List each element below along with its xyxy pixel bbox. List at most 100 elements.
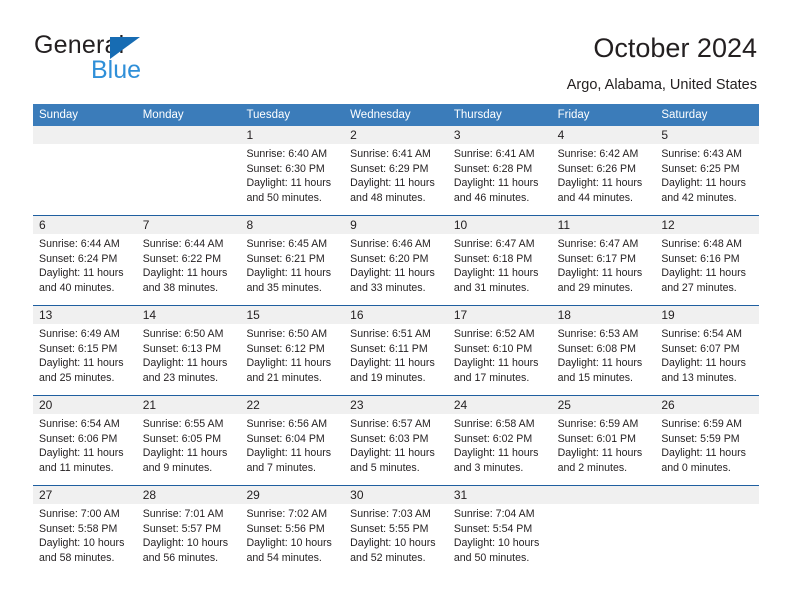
daylight-text-line2: and 19 minutes. — [350, 371, 426, 384]
daylight-text-line2: and 42 minutes. — [661, 191, 737, 204]
sunrise-text: Sunrise: 6:50 AM — [142, 328, 224, 340]
calendar-day-cell[interactable]: 22 Sunrise: 6:56 AM Sunset: 6:04 PM Dayligh… — [240, 396, 345, 485]
day-number: 13 — [39, 308, 53, 322]
day-number-band: 18 — [551, 306, 656, 324]
calendar-day-cell[interactable]: 23 Sunrise: 6:57 AM Sunset: 6:03 PM Dayligh… — [344, 396, 448, 485]
calendar-day-cell[interactable]: 6 Sunrise: 6:44 AM Sunset: 6:24 PM Daylight… — [33, 216, 137, 305]
day-details: Sunrise: 7:02 AM Sunset: 5:56 PM Daylight:… — [240, 504, 344, 565]
calendar-day-cell[interactable]: 24 Sunrise: 6:58 AM Sunset: 6:02 PM Dayligh… — [447, 396, 552, 485]
daylight-text-line1: Daylight: 11 hours — [557, 447, 643, 460]
calendar-day-cell[interactable]: 2 Sunrise: 6:41 AM Sunset: 6:29 PM Daylight… — [344, 126, 448, 215]
daylight-text-line2: and 31 minutes. — [453, 281, 530, 294]
calendar-weeks: 1 Sunrise: 6:40 AM Sunset: 6:30 PM Daylight… — [33, 126, 760, 575]
calendar-day-cell[interactable]: 10 Sunrise: 6:47 AM Sunset: 6:18 PM Dayligh… — [447, 216, 552, 305]
day-number-band: 29 — [240, 486, 345, 504]
day-details: Sunrise: 6:52 AM Sunset: 6:10 PM Daylight:… — [448, 324, 552, 385]
day-number: 24 — [453, 398, 468, 412]
daylight-text-line1: Daylight: 11 hours — [142, 267, 228, 280]
day-number: 27 — [39, 488, 53, 502]
day-details: Sunrise: 6:55 AM Sunset: 6:05 PM Daylight:… — [137, 414, 241, 475]
calendar-day-cell[interactable]: 20 Sunrise: 6:54 AM Sunset: 6:06 PM Dayligh… — [33, 396, 137, 485]
day-details: Sunrise: 6:40 AM Sunset: 6:30 PM Daylight:… — [240, 144, 344, 205]
daylight-text-line2: and 11 minutes. — [39, 461, 114, 474]
daylight-text-line2: and 21 minutes. — [246, 371, 322, 384]
day-number: 15 — [246, 308, 260, 322]
calendar-day-cell[interactable]: 9 Sunrise: 6:46 AM Sunset: 6:20 PM Daylight… — [344, 216, 448, 305]
daylight-text-line2: and 58 minutes. — [39, 551, 115, 564]
calendar-empty-cell — [136, 126, 241, 215]
sunrise-text: Sunrise: 6:48 AM — [661, 238, 742, 250]
calendar-day-cell[interactable]: 16 Sunrise: 6:51 AM Sunset: 6:11 PM Dayligh… — [344, 306, 448, 395]
day-number-band: 27 — [33, 486, 137, 504]
logo-text-blue: Blue — [91, 56, 142, 84]
day-number-band: 16 — [344, 306, 448, 324]
day-details: Sunrise: 6:50 AM Sunset: 6:12 PM Daylight:… — [240, 324, 344, 385]
calendar-day-cell[interactable]: 26 Sunrise: 6:59 AM Sunset: 5:59 PM Dayligh… — [655, 396, 760, 485]
calendar-day-cell[interactable]: 7 Sunrise: 6:44 AM Sunset: 6:22 PM Daylight… — [136, 216, 241, 305]
daylight-text-line1: Daylight: 11 hours — [246, 267, 332, 280]
calendar-day-cell[interactable]: 25 Sunrise: 6:59 AM Sunset: 6:01 PM Dayligh… — [551, 396, 656, 485]
day-number: 17 — [453, 308, 468, 322]
calendar-day-cell[interactable]: 30 Sunrise: 7:03 AM Sunset: 5:55 PM Dayligh… — [344, 486, 448, 575]
calendar-day-cell[interactable]: 3 Sunrise: 6:41 AM Sunset: 6:28 PM Daylight… — [447, 126, 552, 215]
day-details: Sunrise: 6:41 AM Sunset: 6:29 PM Daylight:… — [344, 144, 448, 205]
sunrise-text: Sunrise: 7:03 AM — [350, 508, 431, 520]
day-number: 23 — [350, 398, 364, 412]
calendar-day-cell[interactable]: 27 Sunrise: 7:00 AM Sunset: 5:58 PM Dayligh… — [33, 486, 137, 575]
calendar-day-cell[interactable]: 21 Sunrise: 6:55 AM Sunset: 6:05 PM Dayligh… — [136, 396, 241, 485]
sunset-text: Sunset: 6:21 PM — [246, 252, 325, 265]
daylight-text-line1: Daylight: 11 hours — [142, 357, 228, 370]
day-details: Sunrise: 7:00 AM Sunset: 5:58 PM Daylight:… — [33, 504, 137, 565]
calendar-day-cell[interactable]: 19 Sunrise: 6:54 AM Sunset: 6:07 PM Dayligh… — [655, 306, 760, 395]
daylight-text-line1: Daylight: 11 hours — [453, 267, 539, 280]
daylight-text-line2: and 3 minutes. — [453, 461, 524, 474]
calendar-week-row: 20 Sunrise: 6:54 AM Sunset: 6:06 PM Dayligh… — [33, 395, 760, 485]
sunrise-text: Sunrise: 7:04 AM — [453, 508, 535, 520]
sunset-text: Sunset: 6:17 PM — [557, 252, 636, 265]
weekday-header-sunday: Sunday — [39, 109, 79, 121]
day-details: Sunrise: 6:44 AM Sunset: 6:22 PM Daylight:… — [137, 234, 241, 295]
daylight-text-line2: and 23 minutes. — [142, 371, 219, 384]
page-title: October 2024 — [593, 33, 757, 63]
sunrise-text: Sunrise: 6:41 AM — [453, 148, 535, 160]
day-details: Sunrise: 6:42 AM Sunset: 6:26 PM Daylight:… — [552, 144, 656, 205]
day-number-band: 30 — [344, 486, 448, 504]
day-number-band: 25 — [551, 396, 656, 414]
day-number: 12 — [661, 218, 675, 232]
sunset-text: Sunset: 6:05 PM — [142, 432, 222, 445]
daylight-text-line1: Daylight: 11 hours — [453, 357, 539, 370]
day-details: Sunrise: 6:53 AM Sunset: 6:08 PM Daylight:… — [552, 324, 656, 385]
calendar-day-cell[interactable]: 31 Sunrise: 7:04 AM Sunset: 5:54 PM Dayligh… — [447, 486, 552, 575]
calendar-day-cell[interactable]: 17 Sunrise: 6:52 AM Sunset: 6:10 PM Dayligh… — [447, 306, 552, 395]
day-number-band: 20 — [33, 396, 137, 414]
calendar-day-cell[interactable]: 18 Sunrise: 6:53 AM Sunset: 6:08 PM Dayligh… — [551, 306, 656, 395]
sunrise-text: Sunrise: 6:55 AM — [142, 418, 224, 430]
daylight-text-line1: Daylight: 11 hours — [453, 177, 539, 190]
day-number: 6 — [39, 218, 46, 232]
day-number-band: 14 — [136, 306, 241, 324]
calendar-empty-cell — [33, 126, 137, 215]
sunset-text: Sunset: 5:59 PM — [661, 432, 740, 445]
calendar-day-cell[interactable]: 12 Sunrise: 6:48 AM Sunset: 6:16 PM Dayligh… — [655, 216, 760, 305]
calendar-day-cell[interactable]: 4 Sunrise: 6:42 AM Sunset: 6:26 PM Daylight… — [551, 126, 656, 215]
calendar-day-cell[interactable]: 28 Sunrise: 7:01 AM Sunset: 5:57 PM Dayligh… — [136, 486, 241, 575]
calendar-day-cell[interactable]: 14 Sunrise: 6:50 AM Sunset: 6:13 PM Dayligh… — [136, 306, 241, 395]
weekday-header-wednesday: Wednesday — [350, 109, 411, 121]
daylight-text-line2: and 15 minutes. — [557, 371, 633, 384]
day-number: 22 — [246, 398, 260, 412]
calendar-day-cell[interactable]: 11 Sunrise: 6:47 AM Sunset: 6:17 PM Dayligh… — [551, 216, 656, 305]
calendar-day-cell[interactable]: 13 Sunrise: 6:49 AM Sunset: 6:15 PM Dayligh… — [33, 306, 137, 395]
calendar-day-cell[interactable]: 1 Sunrise: 6:40 AM Sunset: 6:30 PM Daylight… — [240, 126, 345, 215]
sunrise-text: Sunrise: 6:53 AM — [557, 328, 639, 340]
sunrise-text: Sunrise: 7:00 AM — [39, 508, 120, 520]
calendar-day-cell[interactable]: 15 Sunrise: 6:50 AM Sunset: 6:12 PM Dayligh… — [240, 306, 345, 395]
daylight-text-line2: and 27 minutes. — [661, 281, 737, 294]
page-header: General Blue October 2024 Argo, Alabama,… — [0, 0, 792, 100]
sunrise-text: Sunrise: 6:50 AM — [246, 328, 328, 340]
sunrise-text: Sunrise: 6:43 AM — [661, 148, 742, 160]
calendar-day-cell[interactable]: 5 Sunrise: 6:43 AM Sunset: 6:25 PM Daylight… — [655, 126, 760, 215]
calendar-day-cell[interactable]: 8 Sunrise: 6:45 AM Sunset: 6:21 PM Daylight… — [240, 216, 345, 305]
calendar-day-cell[interactable]: 29 Sunrise: 7:02 AM Sunset: 5:56 PM Dayligh… — [240, 486, 345, 575]
daylight-text-line1: Daylight: 11 hours — [557, 267, 643, 280]
day-details: Sunrise: 6:59 AM Sunset: 5:59 PM Daylight:… — [655, 414, 759, 475]
